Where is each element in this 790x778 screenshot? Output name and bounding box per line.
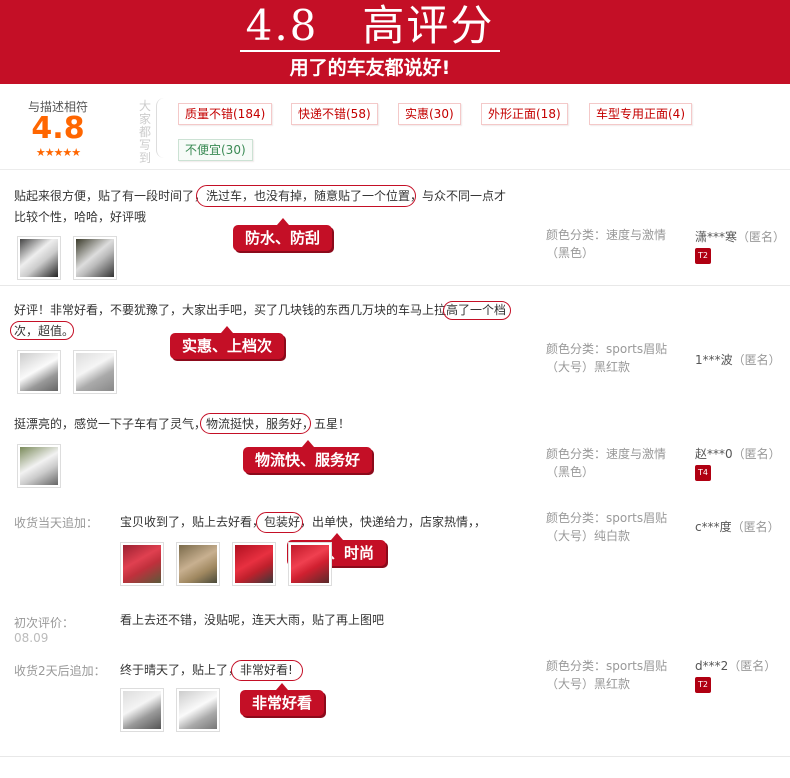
review-photo[interactable] <box>17 350 61 394</box>
tag-prompt: 大家都写到 <box>138 99 151 165</box>
banner-divider <box>240 50 500 52</box>
anonymous-label: （匿名） <box>728 659 777 673</box>
review-photo[interactable] <box>17 236 61 280</box>
review-thumbnails <box>120 688 220 732</box>
sku-line: 颜色分类：速度与激情 <box>546 447 667 461</box>
tag-delivery[interactable]: 快递不错(58) <box>291 103 378 125</box>
reviewer: 1***波（匿名） <box>695 351 781 368</box>
review-photo[interactable] <box>288 542 332 586</box>
initial-review-date: 08.09 <box>14 631 49 645</box>
rating-summary: 与描述相符 4.8 ★★★★★ 大家都写到 质量不错(184) 快递不错(58)… <box>0 84 790 170</box>
review-text-line: 宝贝收到了，贴上去好看，包装好，出单快，快递给力，店家热情，， <box>120 515 487 529</box>
banner-rating: 4.8 高评分 <box>245 1 495 50</box>
reviewer-name: c***度 <box>695 520 732 534</box>
callout-label: 防水、防刮 <box>233 218 333 251</box>
sku-line: （黑色） <box>546 465 595 479</box>
review-divider <box>0 756 790 757</box>
sku-info: 颜色分类：速度与激情 （黑色） <box>546 226 676 262</box>
reviewer: d***2（匿名） T2 <box>695 657 776 693</box>
review-thumbnails <box>17 236 117 280</box>
anonymous-label: （匿名） <box>732 447 781 461</box>
append-label: 收货当天追加： <box>14 516 99 530</box>
user-level-icon: T2 <box>695 248 711 264</box>
sku-line: （大号）黑红款 <box>546 677 631 691</box>
tag-not-cheap[interactable]: 不便宜(30) <box>178 139 253 161</box>
review-text: 宝贝收到了，贴上去好看，包装好，出单快，快递给力，店家热情，， <box>120 512 540 533</box>
review-thumbnails <box>120 542 332 586</box>
user-level-icon: T4 <box>695 465 711 481</box>
rating-banner: 4.8 高评分 用了的车友都说好! <box>0 0 790 84</box>
highlight-oval <box>10 321 74 340</box>
review-thumbnails <box>17 350 117 394</box>
callout-label: 实惠、上档次 <box>170 326 285 359</box>
review-text-line: 终于晴天了，贴上了，非常好看! <box>120 663 293 677</box>
sku-line: 颜色分类：sports眉贴 <box>546 511 668 525</box>
review-photo[interactable] <box>176 688 220 732</box>
callout-label: 非常好看 <box>240 683 325 716</box>
reviewer: 潇***寒（匿名） T2 <box>695 228 785 264</box>
user-level-icon: T2 <box>695 677 711 693</box>
anonymous-label: （匿名） <box>731 520 780 534</box>
reviewer: c***度（匿名） <box>695 518 780 535</box>
tag-model-specific[interactable]: 车型专用正面(4) <box>589 103 692 125</box>
anonymous-label: （匿名） <box>732 353 781 367</box>
sku-info: 颜色分类：sports眉贴 （大号）纯白款 <box>546 509 676 545</box>
reviewer-name: 1***波 <box>695 353 733 367</box>
sku-line: 颜色分类：速度与激情 <box>546 228 667 242</box>
review-divider <box>0 285 790 286</box>
reviewer: 赵***0（匿名） T4 <box>695 445 781 481</box>
reviewer-name: 赵***0 <box>695 447 733 461</box>
highlight-oval <box>196 185 416 207</box>
initial-review-label: 初次评价： <box>14 616 75 630</box>
review-photo[interactable] <box>232 542 276 586</box>
review-thumbnails <box>17 444 61 488</box>
review-text: 终于晴天了，贴上了，非常好看! <box>120 660 540 681</box>
sku-line: 颜色分类：sports眉贴 <box>546 659 668 673</box>
sku-info: 颜色分类：速度与激情 （黑色） <box>546 445 676 481</box>
highlight-oval <box>443 301 511 320</box>
review-photo[interactable] <box>17 444 61 488</box>
highlight-oval <box>200 413 311 434</box>
initial-review-text: 看上去还不错，没贴呢，连天大雨，贴了再上图吧 <box>120 613 385 627</box>
brace-divider <box>156 98 166 158</box>
review-photo[interactable] <box>73 350 117 394</box>
anonymous-label: （匿名） <box>737 230 786 244</box>
score-value: 4.8 <box>31 111 85 146</box>
sku-line: （黑色） <box>546 246 595 260</box>
highlight-oval <box>256 512 303 533</box>
sku-line: （大号）黑红款 <box>546 360 631 374</box>
reviewer-name: 潇***寒 <box>695 230 738 244</box>
sku-info: 颜色分类：sports眉贴 （大号）黑红款 <box>546 657 676 693</box>
sku-line: （大号）纯白款 <box>546 529 631 543</box>
callout-label: 物流快、服务好 <box>243 440 373 473</box>
review-photo[interactable] <box>73 236 117 280</box>
star-rating-icon: ★★★★★ <box>35 146 81 159</box>
review-photo[interactable] <box>176 542 220 586</box>
reviewer-name: d***2 <box>695 659 729 673</box>
review-photo[interactable] <box>120 688 164 732</box>
sku-info: 颜色分类：sports眉贴 （大号）黑红款 <box>546 340 676 376</box>
tag-front-look[interactable]: 外形正面(18) <box>481 103 568 125</box>
tag-value[interactable]: 实惠(30) <box>398 103 461 125</box>
tag-quality[interactable]: 质量不错(184) <box>178 103 273 125</box>
append-label: 收货2天后追加： <box>14 664 106 678</box>
review-photo[interactable] <box>120 542 164 586</box>
sku-line: 颜色分类：sports眉贴 <box>546 342 668 356</box>
banner-tagline: 用了的车友都说好! <box>289 57 451 79</box>
highlight-oval <box>231 660 303 681</box>
